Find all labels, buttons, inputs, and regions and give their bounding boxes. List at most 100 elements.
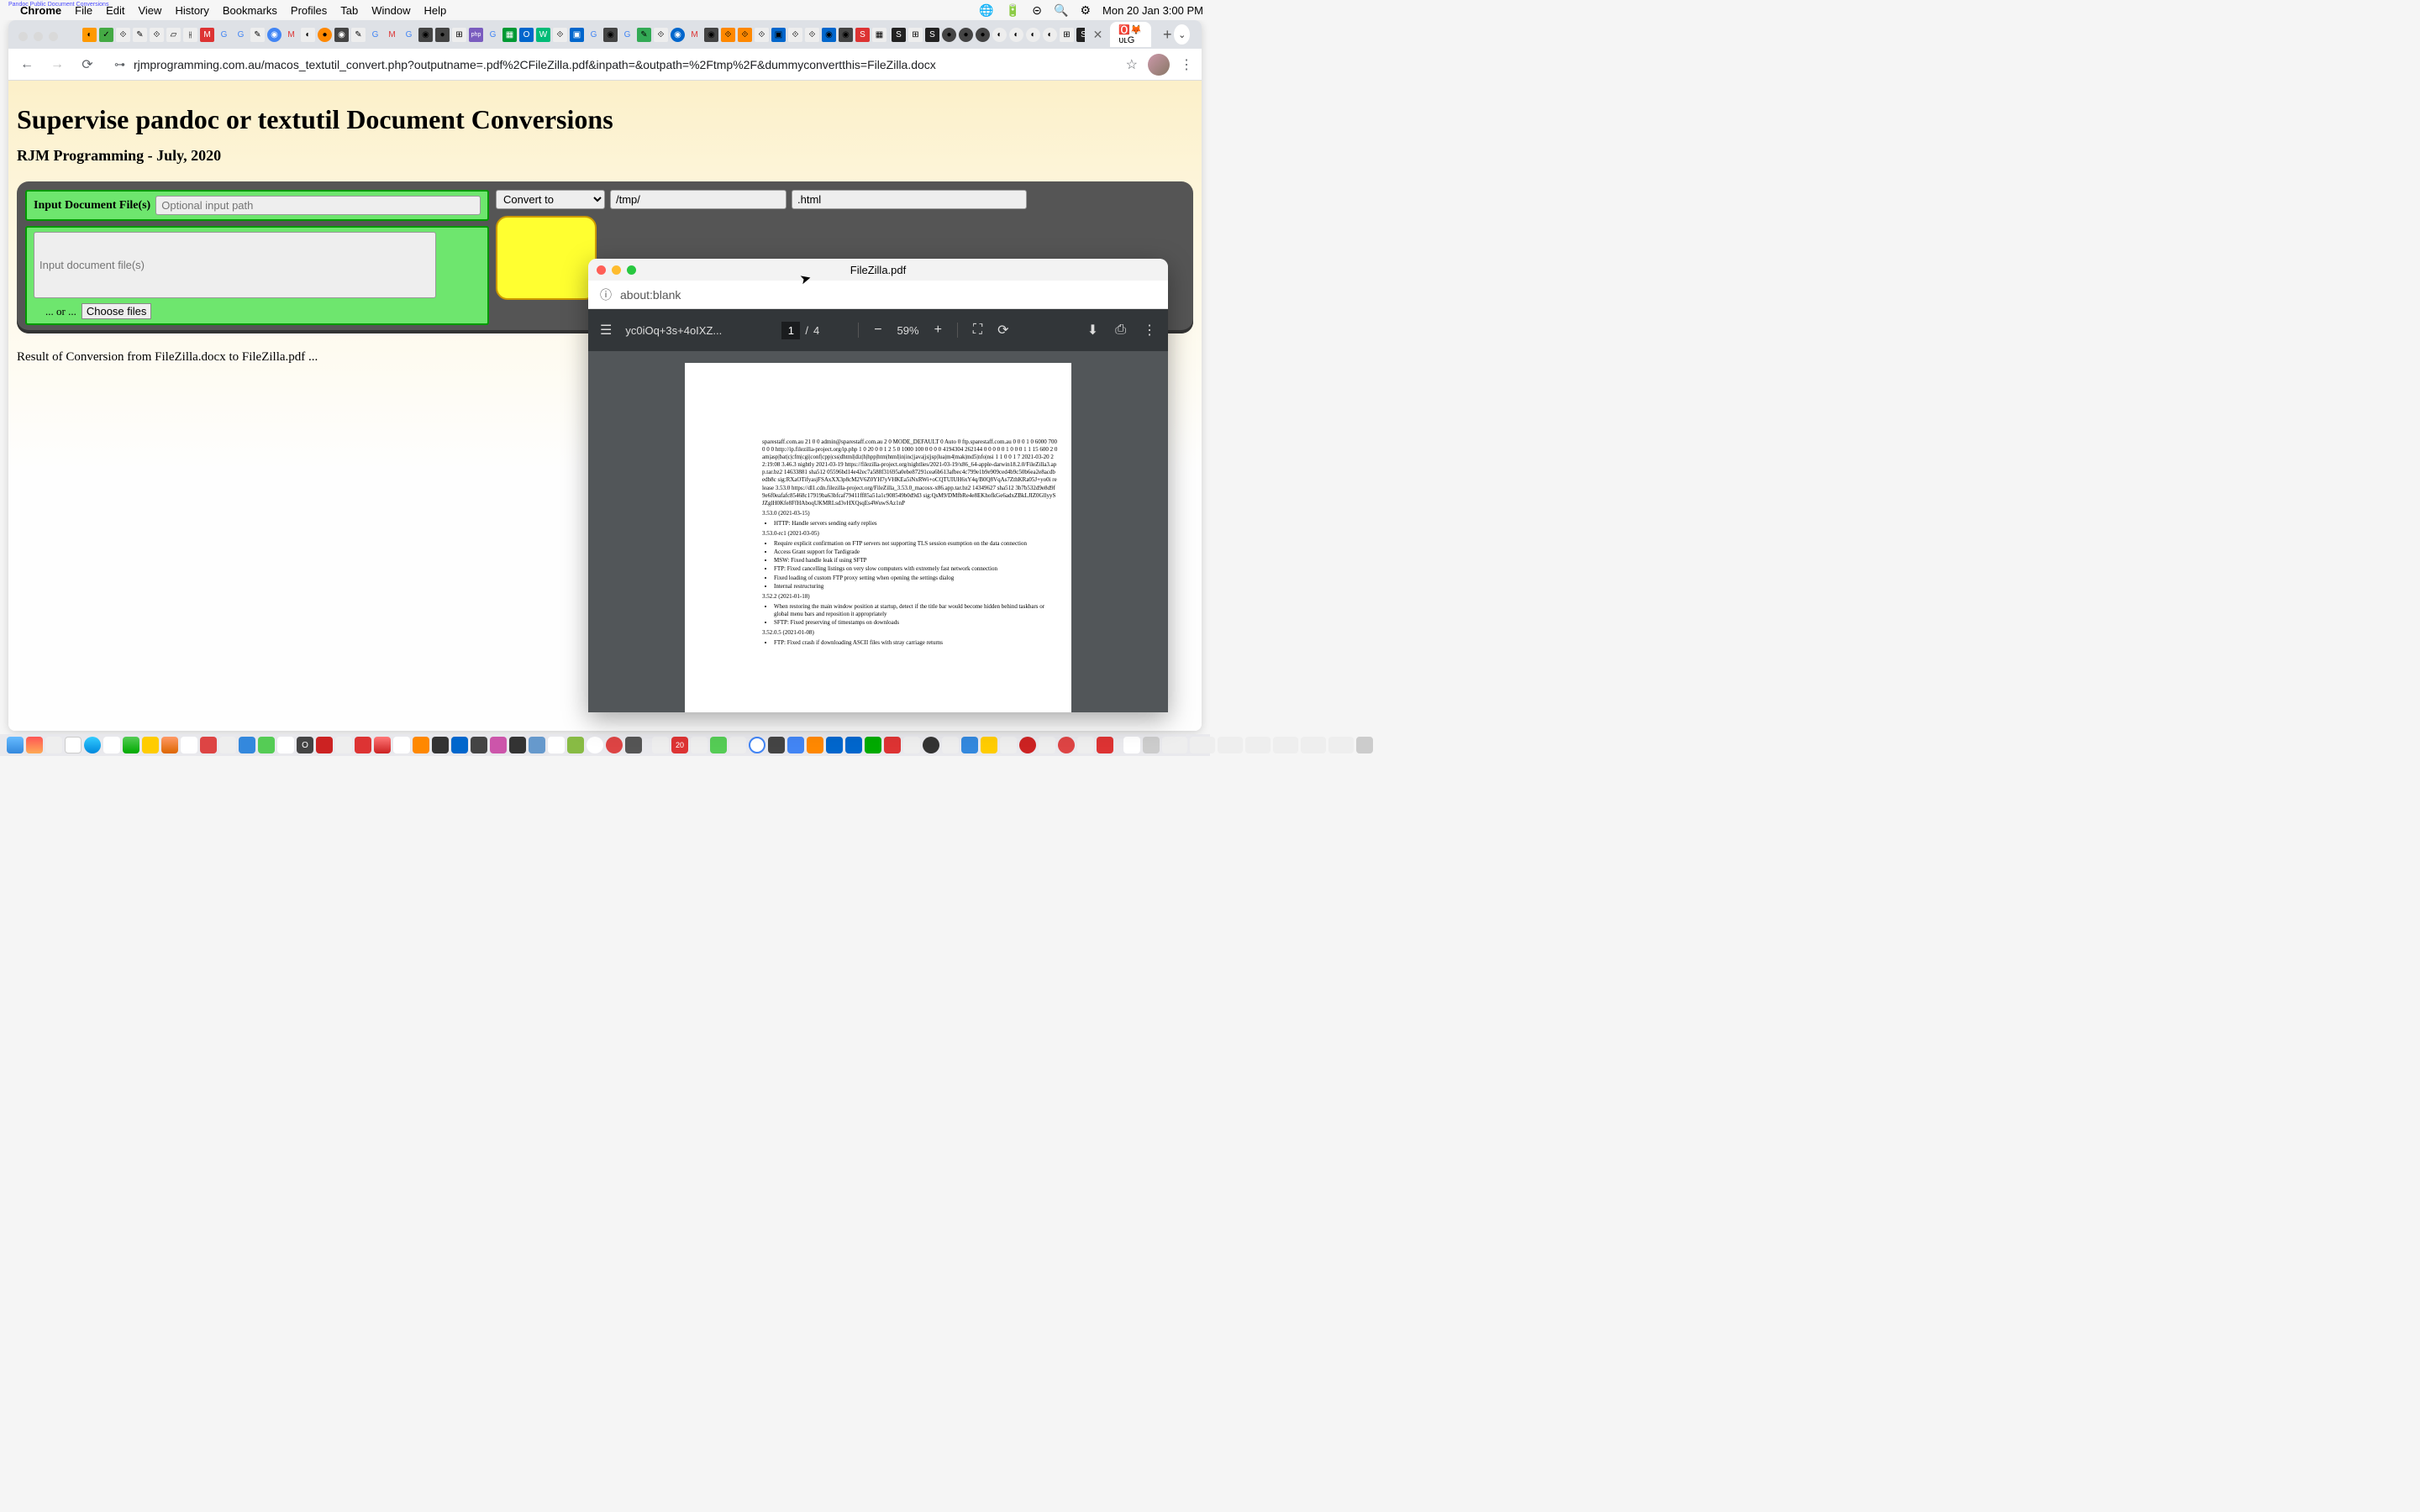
dock-folder-icon[interactable] bbox=[1328, 737, 1354, 753]
extension-input[interactable] bbox=[792, 190, 1027, 209]
dock-app-icon[interactable] bbox=[103, 737, 120, 753]
dock-app-icon[interactable] bbox=[393, 737, 410, 753]
tab-favicon[interactable]: G bbox=[620, 28, 634, 42]
zoom-out-icon[interactable]: − bbox=[874, 323, 881, 338]
tab-favicon[interactable]: ◉ bbox=[704, 28, 718, 42]
bookmark-star-icon[interactable]: ☆ bbox=[1126, 56, 1138, 73]
maximize-window-button[interactable] bbox=[627, 265, 636, 275]
dock-app-icon[interactable] bbox=[768, 737, 785, 753]
tab-favicon[interactable]: ◐ bbox=[82, 28, 97, 42]
dock-folder-icon[interactable] bbox=[1218, 737, 1243, 753]
dock-app-icon[interactable] bbox=[942, 737, 959, 753]
tab-favicon[interactable]: M bbox=[687, 28, 702, 42]
tab-favicon[interactable]: ◐ bbox=[1026, 28, 1040, 42]
input-files-input[interactable] bbox=[34, 232, 436, 298]
tab-favicon[interactable]: G bbox=[402, 28, 416, 42]
dock-app-icon[interactable] bbox=[7, 737, 24, 753]
dock-app-icon[interactable] bbox=[606, 737, 623, 753]
download-icon[interactable]: ⬇ bbox=[1087, 322, 1098, 339]
battery-icon[interactable]: 🔋 bbox=[1006, 3, 1020, 18]
dock-app-icon[interactable] bbox=[316, 737, 333, 753]
dock-app-icon[interactable] bbox=[432, 737, 449, 753]
dock-app-icon[interactable] bbox=[787, 737, 804, 753]
tab-favicon[interactable]: ⟐ bbox=[721, 28, 735, 42]
tab-favicon[interactable]: ✎ bbox=[250, 28, 265, 42]
tab-favicon[interactable]: G bbox=[234, 28, 248, 42]
dock-app-icon[interactable] bbox=[1077, 737, 1094, 753]
dock-app-icon[interactable] bbox=[548, 737, 565, 753]
dock-app-icon[interactable] bbox=[84, 737, 101, 753]
dock-folder-icon[interactable] bbox=[1162, 737, 1187, 753]
tab-favicon[interactable]: ▦ bbox=[502, 28, 517, 42]
tab-close-icon[interactable]: ✕ bbox=[1093, 28, 1103, 42]
tab-favicon[interactable]: S bbox=[892, 28, 906, 42]
tab-favicon[interactable]: ⊞ bbox=[452, 28, 466, 42]
tab-favicon[interactable]: O bbox=[519, 28, 534, 42]
dock-app-icon[interactable] bbox=[509, 737, 526, 753]
dock-app-icon[interactable] bbox=[161, 737, 178, 753]
tab-favicon[interactable]: G bbox=[587, 28, 601, 42]
dock-app-icon[interactable] bbox=[923, 737, 939, 753]
tab-favicon[interactable]: G bbox=[217, 28, 231, 42]
hamburger-icon[interactable]: ☰ bbox=[600, 322, 612, 339]
tab-favicon[interactable]: ● bbox=[318, 28, 332, 42]
tab-favicon[interactable]: ● bbox=[976, 28, 990, 42]
dock-app-icon[interactable] bbox=[181, 737, 197, 753]
site-settings-icon[interactable]: ⊶ bbox=[114, 58, 125, 71]
tab-favicon[interactable]: G bbox=[368, 28, 382, 42]
dock-app-icon[interactable] bbox=[451, 737, 468, 753]
dock-app-icon[interactable] bbox=[277, 737, 294, 753]
menu-tab[interactable]: Tab bbox=[340, 4, 358, 17]
dock-app-icon[interactable] bbox=[45, 737, 62, 753]
profile-avatar[interactable] bbox=[1148, 54, 1170, 76]
dock-folder-icon[interactable] bbox=[1273, 737, 1298, 753]
minimize-window-button[interactable] bbox=[612, 265, 621, 275]
dock-app-icon[interactable] bbox=[335, 737, 352, 753]
tab-favicon[interactable]: ⊞ bbox=[908, 28, 923, 42]
tab-favicon[interactable]: ⟐ bbox=[116, 28, 130, 42]
dock-app-icon[interactable] bbox=[200, 737, 217, 753]
dock-app-icon[interactable] bbox=[729, 737, 746, 753]
tab-favicon[interactable]: ◐ bbox=[1009, 28, 1023, 42]
dock-app-icon[interactable] bbox=[845, 737, 862, 753]
dock-app-icon[interactable] bbox=[903, 737, 920, 753]
info-icon[interactable]: ⓘ bbox=[600, 286, 612, 303]
tab-favicon[interactable]: ◉ bbox=[822, 28, 836, 42]
menu-history[interactable]: History bbox=[175, 4, 208, 17]
dock-app-icon[interactable] bbox=[961, 737, 978, 753]
dock-folder-icon[interactable] bbox=[1190, 737, 1215, 753]
menu-help[interactable]: Help bbox=[424, 4, 447, 17]
trash-icon[interactable] bbox=[1356, 737, 1373, 753]
tab-favicon[interactable]: ⊞ bbox=[1060, 28, 1074, 42]
tabs-dropdown-icon[interactable]: ⌄ bbox=[1174, 24, 1190, 45]
tab-favicon[interactable]: ⟐ bbox=[553, 28, 567, 42]
tab-favicon[interactable]: ◉ bbox=[671, 28, 685, 42]
print-icon[interactable]: ⎙ bbox=[1115, 323, 1126, 338]
dock-folder-icon[interactable] bbox=[1245, 737, 1270, 753]
tab-favicon[interactable]: ◉ bbox=[418, 28, 433, 42]
dock-app-icon[interactable] bbox=[691, 737, 708, 753]
tab-favicon[interactable]: ◐ bbox=[992, 28, 1007, 42]
tab-favicon[interactable]: ◐ bbox=[1043, 28, 1057, 42]
tab-favicon[interactable]: ◉ bbox=[267, 28, 281, 42]
tab-favicon[interactable]: ▦ bbox=[872, 28, 886, 42]
dock-app-icon[interactable] bbox=[471, 737, 487, 753]
tab-favicon[interactable]: ✎ bbox=[133, 28, 147, 42]
close-window-button[interactable] bbox=[597, 265, 606, 275]
globe-icon[interactable]: 🌐 bbox=[979, 3, 993, 18]
dock-app-icon[interactable] bbox=[567, 737, 584, 753]
dock-folder-icon[interactable] bbox=[1123, 737, 1140, 753]
dock-app-icon[interactable] bbox=[710, 737, 727, 753]
dock-app-icon[interactable] bbox=[355, 737, 371, 753]
tab-favicon[interactable]: ⟐ bbox=[805, 28, 819, 42]
dock-app-icon[interactable] bbox=[1019, 737, 1036, 753]
dock-app-icon[interactable] bbox=[413, 737, 429, 753]
tab-favicon[interactable]: ⫲ bbox=[183, 28, 197, 42]
tab-favicon[interactable]: M bbox=[200, 28, 214, 42]
tab-favicon[interactable]: W bbox=[536, 28, 550, 42]
tab-favicon[interactable]: ▱ bbox=[166, 28, 181, 42]
dock-app-icon[interactable] bbox=[587, 737, 603, 753]
convert-to-select[interactable]: Convert to bbox=[496, 190, 605, 209]
tab-favicon[interactable]: ⟐ bbox=[755, 28, 769, 42]
menu-window[interactable]: Window bbox=[371, 4, 410, 17]
